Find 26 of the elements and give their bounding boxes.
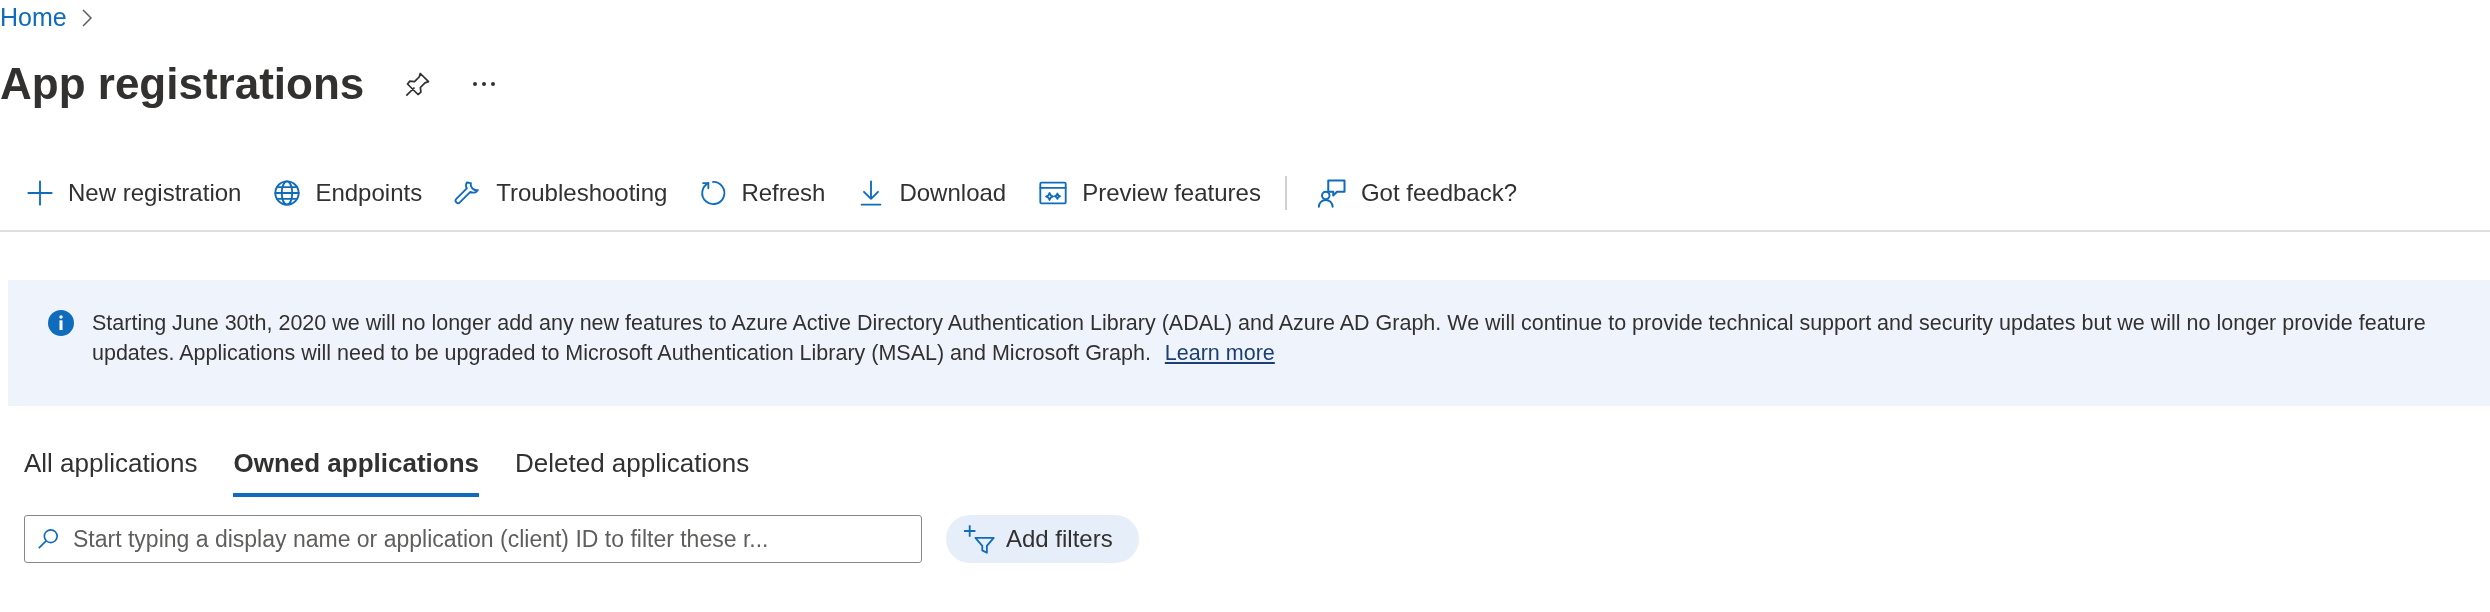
search-field[interactable]: Start typing a display name or application (client) ID to filter these r...	[24, 515, 922, 563]
toolbar-button[interactable]: Got feedback?	[1304, 175, 1530, 211]
toolbar-button[interactable]: Troubleshooting	[442, 175, 680, 211]
feedback-person-icon	[1316, 178, 1347, 208]
breadcrumb-link[interactable]: Home	[0, 0, 67, 37]
toolbar-button[interactable]: Download	[845, 175, 1019, 211]
search-icon	[37, 528, 59, 550]
toolbar-button[interactable]: Endpoints	[261, 175, 435, 211]
plus-icon	[26, 179, 54, 207]
toolbar-button[interactable]: Preview features	[1026, 175, 1273, 211]
tab[interactable]: Owned applications	[233, 440, 480, 497]
preview-window-icon	[1038, 179, 1069, 207]
learn-more-link[interactable]: Learn more	[1164, 341, 1275, 365]
info-message: Starting June 30th, 2020 we will no longer add any new features to Azure Active Directory Authentication Library (ADAL) and Azure AD Graph. We will continue to provide technical support and security updates but we will no longer provide feature updates. Applications will need to be upgraded to Microsoft Authentication Library (MSAL) and Microsoft Graph. Learn more	[92, 310, 2427, 367]
tab[interactable]: Deleted applications	[515, 440, 750, 497]
globe-icon	[273, 179, 302, 207]
toolbar-button[interactable]: Refresh	[687, 175, 838, 211]
refresh-icon	[699, 179, 728, 207]
add-filters-button[interactable]: Add filters	[946, 515, 1139, 563]
more-options-icon[interactable]	[472, 81, 497, 87]
info-icon	[48, 310, 74, 336]
page-title: App registrations	[0, 57, 365, 110]
add-filter-icon	[964, 524, 996, 554]
tab[interactable]: All applications	[24, 440, 198, 497]
toolbar-button[interactable]: New registration	[14, 175, 254, 211]
chevron-right-icon	[80, 8, 93, 28]
